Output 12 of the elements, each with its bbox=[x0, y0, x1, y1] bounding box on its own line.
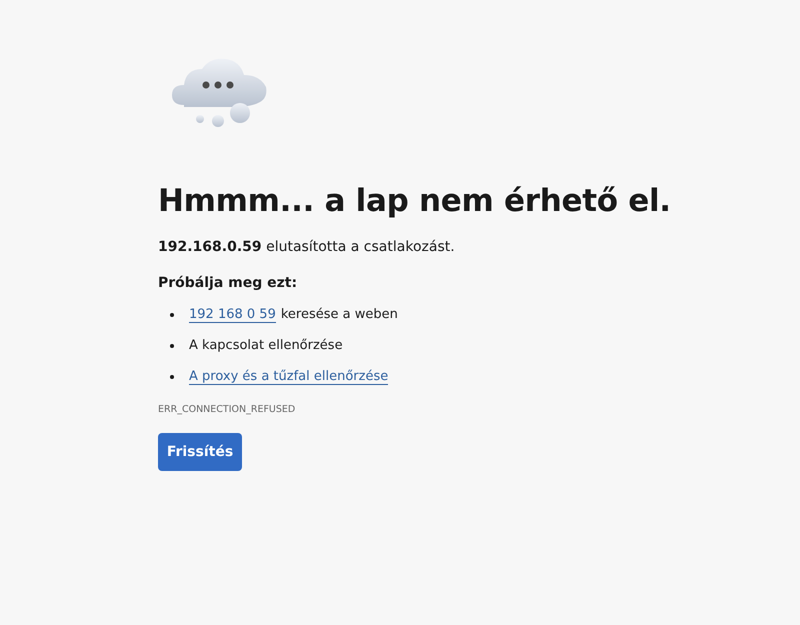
bullet-icon bbox=[170, 344, 174, 348]
suggestions-title: Próbálja meg ezt: bbox=[158, 275, 298, 291]
bullet-icon bbox=[170, 312, 174, 316]
suggestion-text: A kapcsolat ellenőrzése bbox=[189, 338, 343, 353]
refresh-button[interactable]: Frissítés bbox=[158, 433, 242, 471]
error-message: 192.168.0.59 elutasította a csatlakozást. bbox=[158, 239, 455, 255]
suggestion-text: keresése a weben bbox=[280, 307, 398, 322]
error-code: ERR_CONNECTION_REFUSED bbox=[158, 404, 296, 415]
error-heading: Hmmm... a lap nem érhető el. bbox=[158, 182, 671, 221]
suggestion-link[interactable]: 192 168 0 59 bbox=[189, 306, 276, 322]
bullet-icon bbox=[170, 374, 174, 378]
suggestion-link[interactable]: A proxy és a tűzfal ellenőrzése bbox=[189, 368, 388, 384]
